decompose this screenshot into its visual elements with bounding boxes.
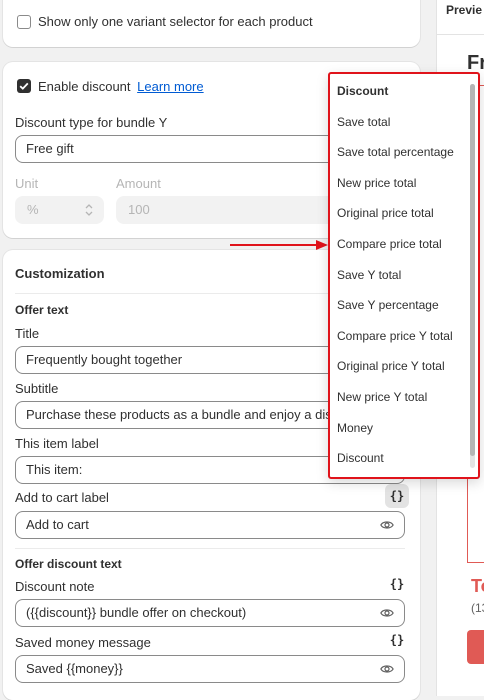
check-icon bbox=[19, 82, 29, 90]
discount-note-value: ({{discount}} bundle offer on checkout) bbox=[26, 605, 247, 620]
offer-text-heading: Offer text bbox=[15, 303, 69, 317]
learn-more-link[interactable]: Learn more bbox=[137, 79, 203, 94]
offer-discount-heading: Offer discount text bbox=[15, 557, 122, 571]
saved-money-variable-button[interactable]: {} bbox=[385, 628, 409, 652]
subtitle-label: Subtitle bbox=[15, 381, 59, 396]
amount-value: 100 bbox=[128, 202, 150, 217]
subtitle-value: Purchase these products as a bundle and … bbox=[26, 407, 364, 422]
eye-icon[interactable] bbox=[380, 662, 394, 676]
dropdown-option[interactable]: Save Y percentage bbox=[337, 298, 439, 312]
dropdown-option[interactable]: Save total percentage bbox=[337, 145, 454, 159]
preview-add-button[interactable] bbox=[467, 630, 484, 664]
single-variant-checkbox[interactable] bbox=[17, 15, 31, 29]
saved-money-value: Saved {{money}} bbox=[26, 661, 123, 676]
insert-variable-button[interactable]: {} bbox=[385, 484, 409, 508]
dropdown-option[interactable]: New price total bbox=[337, 176, 416, 190]
discount-note-label: Discount note bbox=[15, 579, 95, 594]
discount-type-select[interactable]: Free gift bbox=[15, 135, 345, 163]
select-chevrons-icon bbox=[85, 204, 93, 216]
enable-discount-checkbox[interactable] bbox=[17, 79, 31, 93]
eye-icon[interactable] bbox=[380, 606, 394, 620]
single-variant-label: Show only one variant selector for each … bbox=[38, 14, 313, 29]
dropdown-option[interactable]: Save total bbox=[337, 115, 390, 129]
preview-tab-divider bbox=[437, 34, 484, 35]
dropdown-option[interactable]: New price Y total bbox=[337, 390, 427, 404]
discount-note-variable-button[interactable]: {} bbox=[385, 572, 409, 596]
enable-discount-label: Enable discount Learn more bbox=[38, 79, 204, 94]
annotation-arrow bbox=[230, 240, 328, 250]
dropdown-scrollbar[interactable] bbox=[470, 84, 475, 456]
dropdown-header: Discount bbox=[337, 84, 389, 98]
add-to-cart-value: Add to cart bbox=[26, 517, 89, 532]
title-label: Title bbox=[15, 326, 40, 341]
eye-icon[interactable] bbox=[380, 518, 394, 532]
dropdown-option[interactable]: Original price total bbox=[337, 206, 434, 220]
unit-value: % bbox=[27, 202, 39, 217]
discount-type-value: Free gift bbox=[26, 141, 74, 156]
unit-select[interactable]: % bbox=[15, 196, 104, 224]
dropdown-option[interactable]: Save Y total bbox=[337, 268, 401, 282]
saved-money-label: Saved money message bbox=[15, 635, 151, 650]
title-value: Frequently bought together bbox=[26, 352, 183, 367]
dropdown-option[interactable]: Compare price Y total bbox=[337, 329, 453, 343]
customization-heading: Customization bbox=[15, 266, 105, 281]
this-item-label-label: This item label bbox=[15, 436, 99, 451]
variable-dropdown: Discount Save total Save total percentage N… bbox=[328, 72, 480, 479]
amount-label: Amount bbox=[116, 176, 161, 191]
dropdown-option[interactable]: Original price Y total bbox=[337, 359, 445, 373]
dropdown-option[interactable]: Discount bbox=[337, 451, 384, 465]
amount-input[interactable]: 100 bbox=[116, 196, 346, 224]
offer-discount-divider bbox=[15, 548, 405, 549]
dropdown-option[interactable]: Compare price total bbox=[337, 237, 442, 251]
preview-tab[interactable]: Previe bbox=[446, 3, 482, 17]
preview-total: To bbox=[471, 576, 484, 596]
dropdown-option[interactable]: Money bbox=[337, 421, 373, 435]
variant-settings-card: Show only one variant selector for each … bbox=[3, 0, 420, 47]
add-to-cart-label-label: Add to cart label bbox=[15, 490, 109, 505]
unit-label: Unit bbox=[15, 176, 39, 191]
discount-type-label: Discount type for bundle Y bbox=[15, 115, 168, 130]
add-to-cart-input[interactable]: Add to cart bbox=[15, 511, 405, 539]
enable-discount-text: Enable discount bbox=[38, 79, 131, 94]
saved-money-input[interactable]: Saved {{money}} bbox=[15, 655, 405, 683]
preview-total-sub: (13 bbox=[471, 601, 484, 615]
this-item-label-value: This item: bbox=[26, 462, 83, 477]
discount-note-input[interactable]: ({{discount}} bundle offer on checkout) bbox=[15, 599, 405, 627]
